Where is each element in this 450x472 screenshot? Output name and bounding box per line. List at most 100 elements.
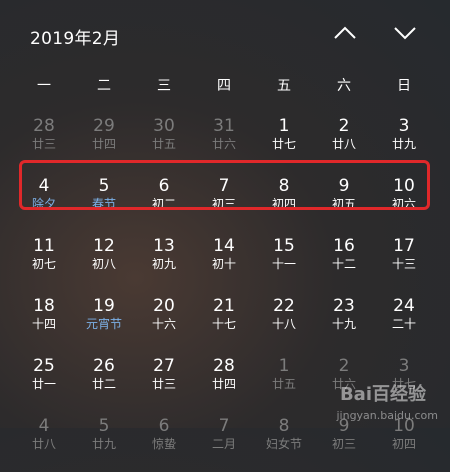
lunar-date: 初八 xyxy=(91,257,116,271)
calendar-day-cell[interactable]: 5 廿九 xyxy=(74,412,134,472)
calendar-day-cell[interactable]: 1 廿五 xyxy=(254,352,314,412)
lunar-date: 廿八 xyxy=(31,437,56,451)
day-number: 9 xyxy=(338,176,350,196)
lunar-date: 廿五 xyxy=(151,137,176,151)
lunar-date: 初九 xyxy=(151,257,176,271)
lunar-date: 初四 xyxy=(391,437,416,451)
lunar-date: 春节 xyxy=(91,197,116,211)
calendar-day-cell[interactable]: 28 廿四 xyxy=(194,352,254,412)
calendar-day-cell[interactable]: 14 初十 xyxy=(194,232,254,292)
lunar-date: 初二 xyxy=(151,197,176,211)
calendar-day-cell[interactable]: 15 十一 xyxy=(254,232,314,292)
day-number: 11 xyxy=(33,236,55,256)
watermark-logo: Bai百经验 xyxy=(339,384,426,405)
calendar-day-cell[interactable]: 8 初四 xyxy=(254,172,314,232)
calendar-day-cell[interactable]: 6 初二 xyxy=(134,172,194,232)
day-number: 7 xyxy=(218,416,230,436)
calendar-day-cell[interactable]: 1 廿七 xyxy=(254,112,314,172)
lunar-date: 廿四 xyxy=(91,137,116,151)
calendar-day-cell[interactable]: 19 元宵节 xyxy=(74,292,134,352)
lunar-date: 廿九 xyxy=(391,137,416,151)
lunar-date: 初四 xyxy=(271,197,296,211)
calendar-week-row: 28 廿三 29 廿四 30 廿五 31 廿六 1 廿七 2 廿八 3 廿九 xyxy=(14,112,434,172)
day-number: 24 xyxy=(393,296,415,316)
day-number: 10 xyxy=(393,176,415,196)
calendar-day-cell[interactable]: 20 十六 xyxy=(134,292,194,352)
lunar-date: 廿九 xyxy=(91,437,116,451)
day-number: 19 xyxy=(93,296,115,316)
weekday-header-row: 一 二 三 四 五 六 日 xyxy=(14,75,434,95)
calendar-day-cell[interactable]: 28 廿三 xyxy=(14,112,74,172)
day-number: 1 xyxy=(278,116,290,136)
day-number: 2 xyxy=(338,356,350,376)
calendar-day-cell[interactable]: 3 廿九 xyxy=(374,112,434,172)
day-number: 14 xyxy=(213,236,235,256)
lunar-date: 廿三 xyxy=(151,377,176,391)
day-number: 3 xyxy=(398,356,410,376)
calendar-day-cell[interactable]: 4 除夕 xyxy=(14,172,74,232)
weekday-label: 三 xyxy=(157,78,171,94)
lunar-date: 十七 xyxy=(211,317,236,331)
calendar-day-cell[interactable]: 13 初九 xyxy=(134,232,194,292)
next-month-button[interactable] xyxy=(392,22,418,44)
calendar-day-cell[interactable]: 23 十九 xyxy=(314,292,374,352)
lunar-date: 十二 xyxy=(331,257,356,271)
calendar-day-cell[interactable]: 16 十二 xyxy=(314,232,374,292)
month-title[interactable]: 2019年2月 xyxy=(30,24,120,49)
lunar-date: 廿六 xyxy=(211,137,236,151)
calendar-day-cell[interactable]: 8 妇女节 xyxy=(254,412,314,472)
weekday-label: 二 xyxy=(97,78,111,94)
calendar-day-cell[interactable]: 26 廿二 xyxy=(74,352,134,412)
day-number: 29 xyxy=(93,116,115,136)
lunar-date: 廿一 xyxy=(31,377,56,391)
day-number: 23 xyxy=(333,296,355,316)
calendar-day-cell[interactable]: 2 廿八 xyxy=(314,112,374,172)
day-number: 4 xyxy=(38,416,50,436)
calendar-day-cell[interactable]: 21 十七 xyxy=(194,292,254,352)
day-number: 30 xyxy=(153,116,175,136)
day-number: 25 xyxy=(33,356,55,376)
day-number: 4 xyxy=(38,176,50,196)
calendar-day-cell[interactable]: 22 十八 xyxy=(254,292,314,352)
calendar-day-cell[interactable]: 31 廿六 xyxy=(194,112,254,172)
calendar-day-cell[interactable]: 25 廿一 xyxy=(14,352,74,412)
calendar-day-cell[interactable]: 4 廿八 xyxy=(14,412,74,472)
day-number: 5 xyxy=(98,176,110,196)
calendar-day-cell[interactable]: 11 初七 xyxy=(14,232,74,292)
day-number: 17 xyxy=(393,236,415,256)
calendar-day-cell[interactable]: 27 廿三 xyxy=(134,352,194,412)
calendar-day-cell[interactable]: 30 廿五 xyxy=(134,112,194,172)
calendar-day-cell[interactable]: 29 廿四 xyxy=(74,112,134,172)
weekday-label: 一 xyxy=(37,78,51,94)
calendar-day-cell[interactable]: 7 初三 xyxy=(194,172,254,232)
calendar-day-cell[interactable]: 10 初六 xyxy=(374,172,434,232)
calendar-day-cell[interactable]: 17 十三 xyxy=(374,232,434,292)
day-number: 5 xyxy=(98,416,110,436)
previous-month-button[interactable] xyxy=(332,22,358,44)
calendar-day-cell[interactable]: 18 十四 xyxy=(14,292,74,352)
day-number: 13 xyxy=(153,236,175,256)
lunar-date: 初五 xyxy=(331,197,356,211)
calendar-day-cell[interactable]: 5 春节 xyxy=(74,172,134,232)
day-number: 21 xyxy=(213,296,235,316)
day-number: 26 xyxy=(93,356,115,376)
lunar-date: 惊蛰 xyxy=(151,437,176,451)
calendar-day-cell[interactable]: 7 二月 xyxy=(194,412,254,472)
lunar-date: 十八 xyxy=(271,317,296,331)
day-number: 20 xyxy=(153,296,175,316)
lunar-date: 十三 xyxy=(391,257,416,271)
day-number: 8 xyxy=(278,416,290,436)
calendar-day-cell[interactable]: 9 初五 xyxy=(314,172,374,232)
weekday-label: 日 xyxy=(397,78,411,94)
lunar-date: 廿二 xyxy=(91,377,116,391)
lunar-date: 除夕 xyxy=(31,197,56,211)
calendar-day-cell[interactable]: 12 初八 xyxy=(74,232,134,292)
lunar-date: 初六 xyxy=(391,197,416,211)
lunar-date: 妇女节 xyxy=(265,437,302,451)
chevron-up-icon xyxy=(334,26,356,39)
day-number: 27 xyxy=(153,356,175,376)
lunar-date: 二十 xyxy=(391,317,416,331)
day-number: 28 xyxy=(33,116,55,136)
calendar-day-cell[interactable]: 6 惊蛰 xyxy=(134,412,194,472)
calendar-day-cell[interactable]: 24 二十 xyxy=(374,292,434,352)
